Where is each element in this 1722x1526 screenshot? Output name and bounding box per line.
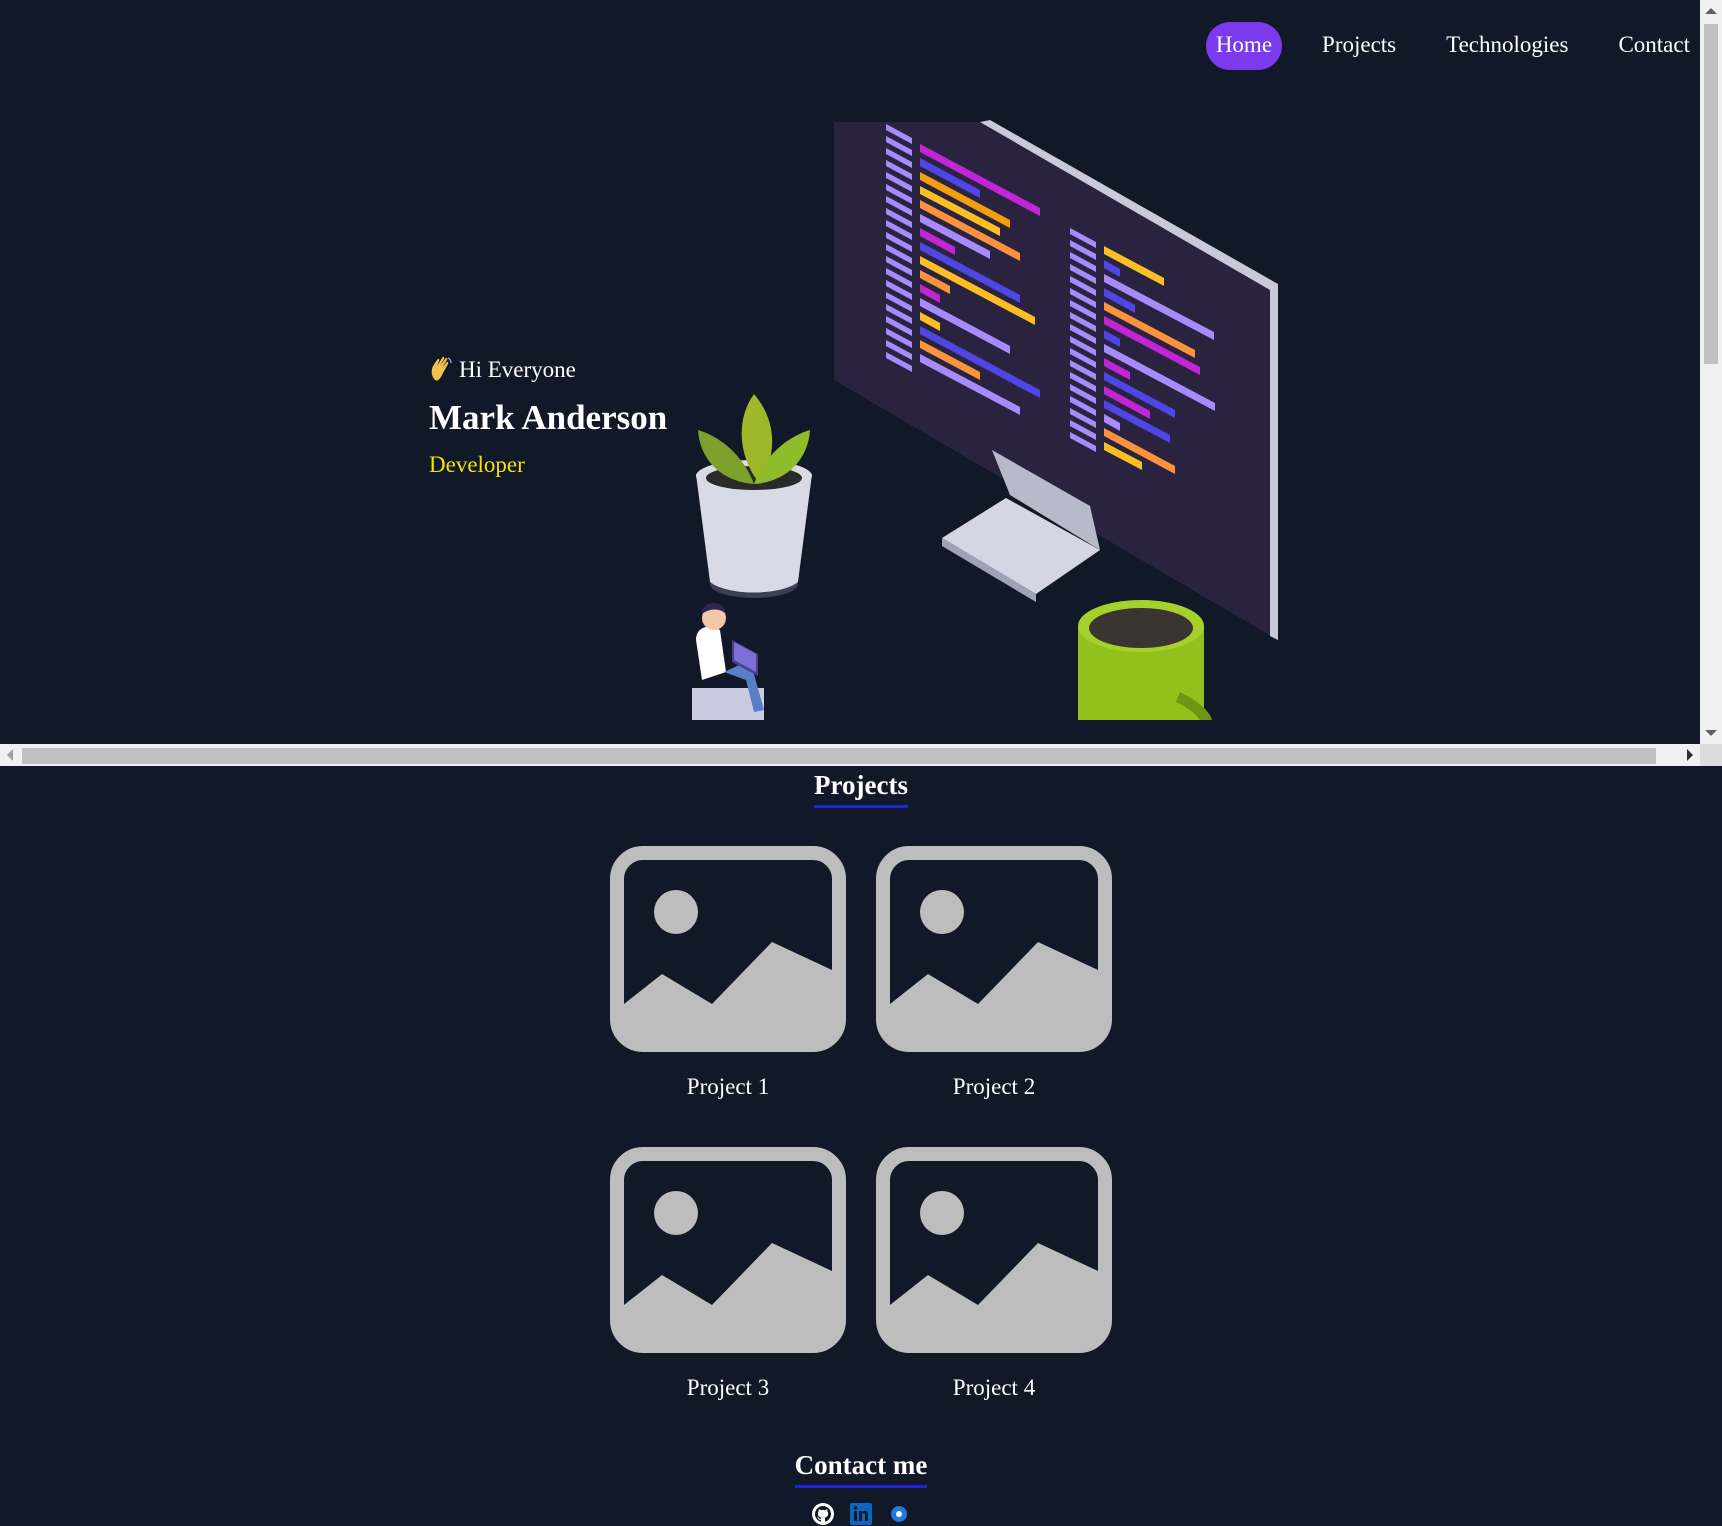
vertical-scroll-thumb[interactable] (1704, 24, 1718, 364)
nav-contact[interactable]: Contact (1608, 22, 1700, 70)
hero-text: Hi Everyone Mark Anderson Developer (429, 356, 667, 478)
horizontal-scrollbar[interactable] (0, 744, 1700, 766)
project-card-1[interactable]: Project 1 (610, 846, 846, 1100)
other-link-icon[interactable] (887, 1502, 911, 1526)
nav-projects[interactable]: Projects (1312, 22, 1406, 70)
scroll-right-icon[interactable] (1687, 749, 1693, 761)
scroll-down-icon[interactable] (1705, 730, 1717, 736)
project-label: Project 1 (686, 1074, 770, 1099)
scroll-up-icon[interactable] (1705, 8, 1717, 14)
developer-illustration (692, 120, 1278, 720)
horizontal-scroll-thumb[interactable] (22, 748, 1656, 764)
hero-viewport: Home Projects Technologies Contact Hi Ev… (0, 0, 1700, 744)
image-placeholder-icon (610, 1147, 846, 1353)
linkedin-icon[interactable] (849, 1502, 873, 1526)
project-label: Project 3 (686, 1375, 770, 1400)
vertical-scrollbar[interactable] (1700, 0, 1722, 744)
project-label: Project 4 (952, 1375, 1036, 1400)
image-placeholder-icon (610, 846, 846, 1052)
plant-pot (696, 394, 812, 598)
image-placeholder-icon (876, 846, 1112, 1052)
github-icon[interactable] (811, 1502, 835, 1526)
project-card-4[interactable]: Project 4 (876, 1147, 1112, 1401)
hero-frame: Home Projects Technologies Contact Hi Ev… (0, 0, 1722, 766)
scroll-left-icon[interactable] (7, 749, 13, 761)
waving-hand-icon (431, 356, 452, 381)
project-label: Project 2 (952, 1074, 1036, 1099)
hero-role: Developer (429, 452, 525, 477)
image-placeholder-icon (876, 1147, 1112, 1353)
contact-icons (0, 1502, 1722, 1526)
project-card-3[interactable]: Project 3 (610, 1147, 846, 1401)
projects-section-title: Projects (0, 770, 1722, 808)
nav-home[interactable]: Home (1205, 22, 1283, 70)
top-nav: Home Projects Technologies Contact (1176, 22, 1700, 70)
greeting: Hi Everyone (429, 356, 667, 384)
coffee-mug (1078, 600, 1212, 720)
person-with-laptop (692, 602, 764, 720)
greeting-text: Hi Everyone (459, 357, 576, 382)
contact-section-title: Contact me (0, 1450, 1722, 1488)
hero-name: Mark Anderson (429, 398, 668, 437)
projects-title-text: Projects (814, 770, 908, 808)
scrollbar-corner (1700, 744, 1722, 766)
contact-title-text: Contact me (794, 1450, 928, 1488)
project-card-2[interactable]: Project 2 (876, 846, 1112, 1100)
nav-technologies[interactable]: Technologies (1436, 22, 1578, 70)
